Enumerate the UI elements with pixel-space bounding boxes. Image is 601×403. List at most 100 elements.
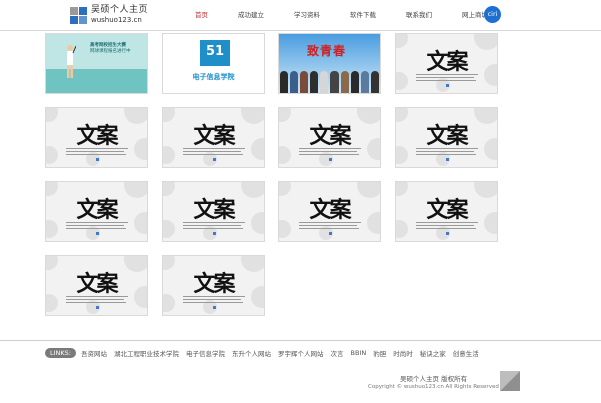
footer-site-name: 吴硕个人主页 版权所有 [400, 375, 468, 383]
school-logo-text: 51 [205, 44, 225, 59]
accent-mark [96, 232, 99, 235]
text-line [66, 222, 128, 223]
nav-downloads[interactable]: 软件下载 [350, 9, 376, 19]
placeholder-glyph: 文案 [76, 123, 118, 149]
text-line [416, 222, 478, 223]
decor-dot [46, 256, 58, 270]
text-line [66, 302, 126, 303]
accent-mark [446, 158, 449, 161]
thumbnail-youth[interactable]: 致青春 [278, 33, 381, 94]
decor-dot [46, 182, 58, 196]
accent-mark [213, 158, 216, 161]
text-line [66, 228, 126, 229]
decor-dot [396, 34, 408, 48]
thumbnail-caption-2: 网球课程报名进行中 [90, 49, 131, 54]
placeholder-glyph: 文案 [309, 197, 351, 223]
accent-mark [446, 84, 449, 87]
nav-home[interactable]: 首页 [195, 9, 208, 19]
text-line [183, 148, 245, 149]
thumbnail-placeholder[interactable]: 文案 [278, 107, 381, 168]
accent-mark [213, 306, 216, 309]
accent-mark [329, 158, 332, 161]
text-line [66, 299, 124, 300]
decor-dot [474, 108, 497, 124]
footer-link[interactable]: 时尚时 [393, 348, 413, 358]
decor-dot [367, 212, 380, 234]
footer-logo-icon [500, 371, 520, 391]
placeholder-glyph: 文案 [193, 271, 235, 297]
placeholder-glyph: 文案 [76, 197, 118, 223]
placeholder-glyph: 文案 [76, 271, 118, 297]
text-line [183, 154, 243, 155]
decor-dot [279, 182, 291, 196]
text-line [183, 222, 245, 223]
footer-link[interactable]: 湖北工程职业技术学院 [114, 348, 179, 358]
decor-dot [124, 256, 147, 272]
site-logo[interactable]: 吴硕个人主页 wushuo123.cn [70, 3, 148, 27]
decor-dot [367, 138, 380, 160]
thumbnail-school[interactable]: 51 电子信息学院 [162, 33, 265, 94]
footer-link[interactable]: 次言 [330, 348, 343, 358]
decor-dot [124, 182, 147, 198]
placeholder-glyph: 文案 [193, 123, 235, 149]
user-badge[interactable]: ciri [484, 6, 501, 23]
decor-dot [134, 286, 147, 308]
decor-dot [396, 108, 408, 122]
text-line [416, 77, 474, 78]
decor-dot [46, 294, 58, 312]
text-line [66, 148, 128, 149]
nav-contact[interactable]: 联系我们 [406, 9, 432, 19]
accent-mark [96, 306, 99, 309]
footer-divider [0, 340, 601, 341]
text-line [66, 154, 126, 155]
text-line [66, 225, 124, 226]
thumbnail-placeholder[interactable]: 文案 [45, 181, 148, 242]
text-line [183, 228, 243, 229]
decor-dot [134, 138, 147, 160]
thumbnail-sport[interactable]: 高考网校招生大赛 网球课程报名进行中 [45, 33, 148, 94]
decor-dot [163, 182, 175, 196]
crowd-image [279, 71, 380, 93]
footer-link[interactable]: 创意生活 [453, 348, 479, 358]
footer-link[interactable]: 东升个人网站 [232, 348, 271, 358]
decor-dot [396, 220, 408, 238]
footer-link[interactable]: 电子信息学院 [186, 348, 225, 358]
accent-mark [96, 158, 99, 161]
thumbnail-placeholder[interactable]: 文案 [395, 107, 498, 168]
text-line [66, 296, 128, 297]
decor-dot [163, 256, 175, 270]
placeholder-glyph: 文案 [426, 49, 468, 75]
thumbnail-placeholder[interactable]: 文案 [162, 107, 265, 168]
text-line [299, 151, 357, 152]
decor-dot [474, 182, 497, 198]
decor-dot [241, 182, 264, 198]
nav-success[interactable]: 成功建立 [238, 9, 264, 19]
text-line [299, 154, 359, 155]
footer-link[interactable]: 吾资网站 [81, 348, 107, 358]
footer-link[interactable]: 罗宇辉个人网站 [278, 348, 324, 358]
footer-link[interactable]: 豹胆 [373, 348, 386, 358]
thumbnail-placeholder[interactable]: 文案 [395, 33, 498, 94]
thumbnail-placeholder[interactable]: 文案 [45, 255, 148, 316]
friend-links: LINKS: 吾资网站 湖北工程职业技术学院 电子信息学院 东升个人网站 罗宇辉… [45, 348, 486, 358]
text-line [183, 299, 241, 300]
decor-dot [251, 212, 264, 234]
links-label: LINKS: [45, 348, 76, 358]
footer-link[interactable]: 秘诀之家 [420, 348, 446, 358]
text-line [299, 225, 357, 226]
decor-dot [241, 256, 264, 272]
decor-dot [279, 108, 291, 122]
thumbnail-placeholder[interactable]: 文案 [395, 181, 498, 242]
decor-dot [474, 34, 497, 50]
nav-learning[interactable]: 学习资料 [294, 9, 320, 19]
decor-dot [46, 146, 58, 164]
text-line [416, 80, 476, 81]
thumbnail-placeholder[interactable]: 文案 [278, 181, 381, 242]
thumbnail-placeholder[interactable]: 文案 [162, 181, 265, 242]
footer-link[interactable]: BBIN [350, 349, 366, 357]
thumbnail-placeholder[interactable]: 文案 [162, 255, 265, 316]
text-line [66, 151, 124, 152]
placeholder-glyph: 文案 [309, 123, 351, 149]
thumbnail-placeholder[interactable]: 文案 [45, 107, 148, 168]
tennis-player-icon [67, 45, 76, 78]
